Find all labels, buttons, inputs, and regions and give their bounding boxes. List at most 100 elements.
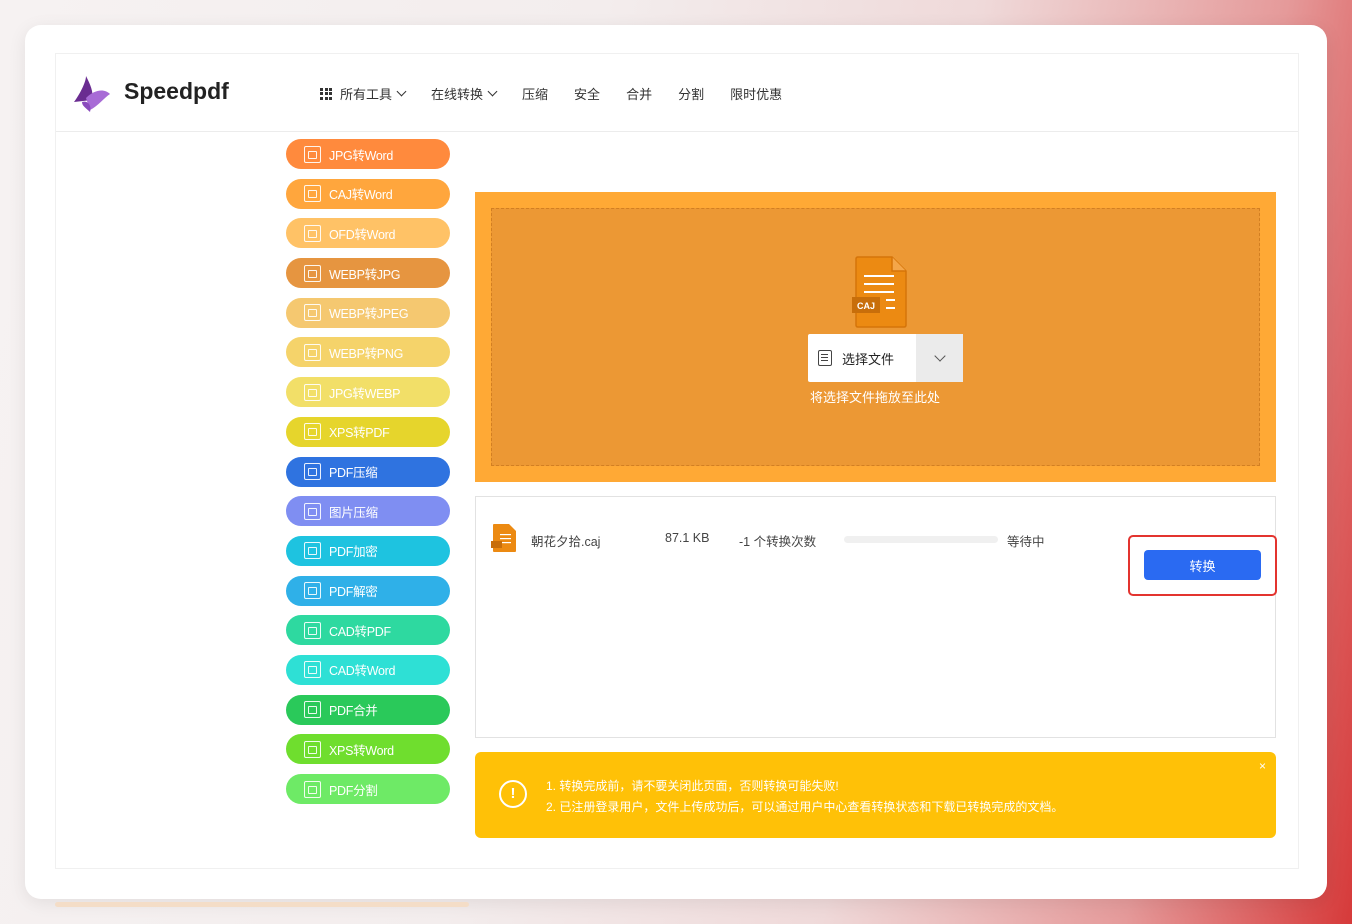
tool-sidebar: JPG转Word CAJ转Word OFD转Word WEBP转JPG WEBP转JPE… [286, 139, 450, 814]
tool-icon [304, 304, 321, 322]
page-frame: Speedpdf 所有工具 在线转换 压缩 安全 合并 分割 限时优惠 JPG转… [55, 53, 1299, 869]
notice-line-1: 1. 转换完成前，请不要关闭此页面，否则转换可能失败! [546, 779, 839, 793]
file-size: 87.1 KB [665, 531, 710, 545]
sidebar-item-14[interactable]: PDF合并 [286, 694, 450, 725]
nav-label: 在线转换 [431, 87, 484, 102]
nav-online-convert[interactable]: 在线转换 [431, 84, 498, 103]
convert-highlight: 转换 [1128, 535, 1277, 596]
browser-window: Speedpdf 所有工具 在线转换 压缩 安全 合并 分割 限时优惠 JPG转… [25, 25, 1327, 899]
nav-security[interactable]: 安全 [574, 84, 600, 103]
tool-icon [304, 661, 321, 679]
tool-icon [304, 185, 321, 203]
nav-compress[interactable]: 压缩 [522, 84, 548, 103]
sidebar-item-12[interactable]: CAD转PDF [286, 615, 450, 646]
sidebar-item-1[interactable]: CAJ转Word [286, 178, 450, 209]
sidebar-item-15[interactable]: XPS转Word [286, 734, 450, 765]
sidebar-item-label: WEBP转JPG [329, 267, 401, 282]
sidebar-item-5[interactable]: WEBP转PNG [286, 337, 450, 368]
conversion-count: -1 个转换次数 [739, 535, 817, 549]
nav-label: 压缩 [522, 87, 549, 102]
progress-bar [844, 536, 998, 543]
sidebar-item-label: PDF分割 [329, 783, 378, 798]
sidebar-item-label: XPS转Word [329, 743, 394, 758]
site-header: Speedpdf 所有工具 在线转换 压缩 安全 合并 分割 限时优惠 [56, 54, 1298, 132]
tool-icon [304, 780, 321, 798]
nav-label: 合并 [626, 87, 653, 102]
nav-split[interactable]: 分割 [678, 84, 704, 103]
select-source-dropdown[interactable] [916, 334, 963, 382]
sidebar-item-16[interactable]: PDF分割 [286, 774, 450, 804]
sidebar-item-label: OFD转Word [329, 227, 396, 242]
tool-icon [304, 582, 321, 600]
nav-label: 所有工具 [340, 87, 393, 102]
speedpdf-logo-icon[interactable] [70, 72, 112, 114]
nav-limited-offer[interactable]: 限时优惠 [730, 84, 782, 103]
sidebar-item-10[interactable]: PDF加密 [286, 535, 450, 566]
chevron-down-icon [933, 350, 946, 362]
convert-button[interactable]: 转换 [1144, 550, 1261, 580]
sidebar-item-0[interactable]: JPG转Word [286, 139, 450, 169]
nav-merge[interactable]: 合并 [626, 84, 652, 103]
select-file-button[interactable]: 选择文件 [808, 334, 963, 382]
tool-icon [304, 383, 321, 401]
logo-text[interactable]: Speedpdf [124, 78, 229, 105]
sidebar-item-label: XPS转PDF [329, 426, 390, 441]
nav-label: 分割 [678, 87, 705, 102]
sidebar-item-3[interactable]: WEBP转JPG [286, 258, 450, 289]
tool-icon [304, 224, 321, 242]
tool-icon [304, 542, 321, 560]
sidebar-item-label: PDF加密 [329, 545, 378, 560]
tool-icon [304, 502, 321, 520]
file-name: 朝花夕拾.caj [531, 535, 601, 549]
sidebar-item-4[interactable]: WEBP转JPEG [286, 297, 450, 328]
warning-icon: ! [499, 780, 527, 808]
tool-icon [304, 621, 321, 639]
file-list-panel: 朝花夕拾.caj 87.1 KB -1 个转换次数 等待中 转换 [475, 496, 1277, 738]
sidebar-item-8[interactable]: PDF压缩 [286, 456, 450, 487]
sidebar-item-label: CAD转PDF [329, 624, 391, 639]
select-file-label: 选择文件 [842, 351, 895, 367]
caj-file-icon [491, 524, 516, 552]
chevron-down-icon [396, 86, 407, 97]
tool-icon [304, 264, 321, 282]
sidebar-item-label: PDF解密 [329, 585, 378, 600]
sidebar-item-13[interactable]: CAD转Word [286, 654, 450, 685]
upload-area[interactable]: CAJ 选择文件 将选择文件拖放至此处 [475, 192, 1276, 482]
sidebar-item-label: JPG转WEBP [329, 386, 401, 401]
nav-label: 安全 [574, 87, 601, 102]
file-row: 朝花夕拾.caj 87.1 KB -1 个转换次数 等待中 转换 [476, 523, 1277, 596]
sidebar-item-2[interactable]: OFD转Word [286, 218, 450, 249]
tool-icon [304, 145, 321, 163]
sidebar-item-11[interactable]: PDF解密 [286, 575, 450, 606]
sidebar-item-label: CAJ转Word [329, 188, 393, 203]
tool-icon [304, 463, 321, 480]
main-nav: 所有工具 在线转换 压缩 安全 合并 分割 限时优惠 [320, 84, 808, 103]
caj-badge: CAJ [857, 301, 875, 311]
sidebar-item-label: JPG转Word [329, 148, 394, 163]
drop-zone[interactable]: CAJ 选择文件 将选择文件拖放至此处 [491, 208, 1260, 466]
sidebar-item-label: WEBP转JPEG [329, 307, 409, 322]
notice-banner: ! 1. 转换完成前，请不要关闭此页面，否则转换可能失败! 2. 已注册登录用户… [475, 752, 1276, 838]
tool-icon [304, 423, 321, 441]
select-file-main[interactable]: 选择文件 [808, 334, 916, 382]
document-add-icon [818, 350, 832, 366]
grid-icon [320, 87, 332, 100]
nav-all-tools[interactable]: 所有工具 [320, 84, 407, 103]
sidebar-item-label: WEBP转PNG [329, 346, 403, 361]
sidebar-item-label: PDF压缩 [329, 466, 378, 480]
file-status: 等待中 [1007, 535, 1045, 549]
tool-icon [304, 343, 321, 361]
chevron-down-icon [487, 86, 498, 97]
sidebar-item-7[interactable]: XPS转PDF [286, 416, 450, 447]
scroll-indicator [55, 902, 469, 907]
sidebar-item-9[interactable]: 图片压缩 [286, 496, 450, 527]
sidebar-item-6[interactable]: JPG转WEBP [286, 377, 450, 408]
notice-line-2: 2. 已注册登录用户，文件上传成功后，可以通过用户中心查看转换状态和下载已转换完… [546, 800, 1064, 814]
sidebar-item-label: PDF合并 [329, 704, 378, 719]
tool-icon [304, 701, 321, 719]
caj-file-icon: CAJ [852, 256, 907, 328]
sidebar-item-label: CAD转Word [329, 664, 396, 679]
drop-hint: 将选择文件拖放至此处 [810, 390, 941, 405]
close-icon[interactable]: × [1259, 759, 1266, 773]
tool-icon [304, 740, 321, 758]
